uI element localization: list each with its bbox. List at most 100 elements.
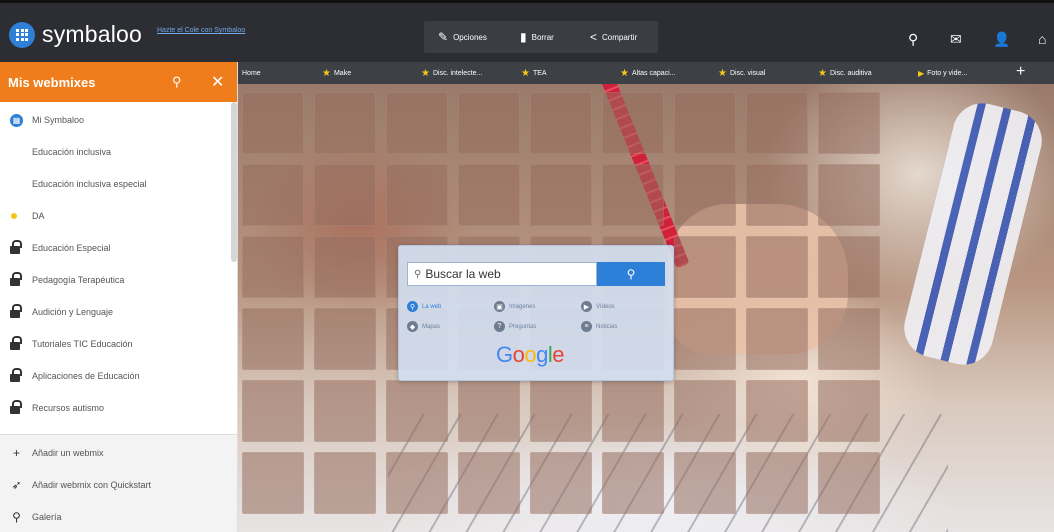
empty-tile[interactable] — [530, 164, 592, 226]
empty-tile[interactable] — [386, 92, 448, 154]
empty-tile[interactable] — [458, 164, 520, 226]
empty-tile[interactable] — [818, 164, 880, 226]
empty-tile[interactable] — [674, 92, 736, 154]
search-icon[interactable]: ⚲ — [172, 74, 182, 90]
tab-label: Disc. visual — [729, 69, 766, 77]
sidebar-item-tutoriales-tic[interactable]: Tutoriales TIC Educación — [0, 328, 230, 360]
sidebar-item-educacion-inclusiva-especial[interactable]: Educación inclusiva especial — [0, 168, 230, 200]
option-web[interactable]: ⚲ La web — [407, 301, 441, 312]
empty-tile[interactable] — [818, 452, 880, 514]
sidebar-item-educacion-inclusiva[interactable]: Educación inclusiva — [0, 136, 230, 168]
empty-tile[interactable] — [314, 380, 376, 442]
sidebar-item-aplicaciones-educacion[interactable]: Aplicaciones de Educación — [0, 360, 230, 392]
option-news[interactable]: ≡ Noticias — [581, 321, 617, 332]
add-quickstart-button[interactable]: ➶ Añadir webmix con Quickstart — [0, 469, 230, 501]
sidebar-item-label: Aplicaciones de Educación — [32, 371, 140, 381]
options-label: Opciones — [453, 32, 487, 42]
option-images[interactable]: ▣ Imágenes — [494, 301, 535, 312]
empty-tile[interactable] — [530, 452, 592, 514]
empty-tile[interactable] — [242, 380, 304, 442]
google-letter: e — [552, 342, 565, 367]
close-icon[interactable]: ✕ — [211, 72, 224, 92]
empty-tile[interactable] — [386, 452, 448, 514]
action-label: Añadir webmix con Quickstart — [32, 480, 152, 490]
teacher-link[interactable]: Hazte el Cole con Symbaloo — [157, 27, 245, 34]
empty-tile[interactable] — [458, 380, 520, 442]
sidebar-item-label: DA — [32, 211, 45, 221]
share-button[interactable]: < Compartir — [582, 22, 646, 52]
empty-tile[interactable] — [530, 380, 592, 442]
empty-tile[interactable] — [242, 164, 304, 226]
empty-tile[interactable] — [818, 92, 880, 154]
option-videos[interactable]: ▶ Vídeos — [581, 301, 615, 312]
empty-tile[interactable] — [674, 164, 736, 226]
empty-tile[interactable] — [602, 452, 664, 514]
sidebar-item-recursos-autismo[interactable]: Recursos autismo — [0, 392, 230, 424]
option-questions[interactable]: ? Preguntas — [494, 321, 536, 332]
sidebar-item-pedagogia-terapeutica[interactable]: Pedagogía Terapéutica — [0, 264, 230, 296]
empty-tile[interactable] — [674, 452, 736, 514]
empty-tile[interactable] — [530, 92, 592, 154]
sidebar-item-audicion-lenguaje[interactable]: Audición y Lenguaje — [0, 296, 230, 328]
empty-tile[interactable] — [314, 452, 376, 514]
empty-tile[interactable] — [602, 164, 664, 226]
lock-icon — [10, 367, 22, 382]
empty-tile[interactable] — [602, 380, 664, 442]
search-icon[interactable]: ⚲ — [908, 31, 918, 48]
sidebar-item-da[interactable]: DA — [0, 200, 230, 232]
tab-altas-capacidades[interactable]: ★ Altas capaci... — [620, 65, 704, 81]
empty-tile[interactable] — [674, 308, 736, 370]
search-input[interactable]: ⚲ Buscar la web — [407, 262, 597, 286]
sidebar-item-mi-symbaloo[interactable]: ▦ Mi Symbaloo — [0, 104, 230, 136]
option-maps[interactable]: ◆ Mapas — [407, 321, 440, 332]
symbaloo-logo[interactable]: symbaloo — [9, 21, 142, 48]
empty-tile[interactable] — [746, 380, 808, 442]
tab-disc-auditiva[interactable]: ★ Disc. auditiva — [818, 65, 902, 81]
empty-tile[interactable] — [746, 164, 808, 226]
option-label: Noticias — [596, 323, 618, 330]
tab-foto-video[interactable]: ▶ Foto y vide... — [918, 65, 1002, 81]
empty-tile[interactable] — [242, 236, 304, 298]
lock-icon — [10, 239, 22, 254]
add-tab-icon[interactable]: + — [1016, 63, 1025, 81]
empty-tile[interactable] — [386, 380, 448, 442]
empty-tile[interactable] — [818, 380, 880, 442]
empty-tile[interactable] — [602, 92, 664, 154]
search-button[interactable]: ⚲ — [597, 262, 665, 286]
empty-tile[interactable] — [818, 236, 880, 298]
tab-home[interactable]: Home — [242, 65, 272, 81]
delete-button[interactable]: ▮ Borrar — [512, 22, 562, 52]
empty-tile[interactable] — [386, 164, 448, 226]
empty-tile[interactable] — [242, 308, 304, 370]
empty-tile[interactable] — [458, 92, 520, 154]
add-webmix-button[interactable]: + Añadir un webmix — [0, 437, 230, 469]
sidebar-item-educacion-especial[interactable]: Educación Especial — [0, 232, 230, 264]
tab-disc-intelectual[interactable]: ★ Disc. intelecte... — [421, 65, 505, 81]
user-icon[interactable]: 👤 — [993, 31, 1010, 48]
empty-tile[interactable] — [746, 452, 808, 514]
empty-tile[interactable] — [242, 92, 304, 154]
empty-tile[interactable] — [458, 452, 520, 514]
empty-tile[interactable] — [314, 92, 376, 154]
google-letter: G — [496, 342, 513, 367]
tab-make[interactable]: ★ Make — [322, 65, 382, 81]
star-icon: ★ — [421, 67, 430, 79]
empty-tile[interactable] — [746, 236, 808, 298]
tab-disc-visual[interactable]: ★ Disc. visual — [718, 65, 802, 81]
empty-tile[interactable] — [314, 308, 376, 370]
mail-icon[interactable]: ✉ — [950, 31, 962, 48]
empty-tile[interactable] — [314, 236, 376, 298]
symbaloo-logo-icon — [9, 21, 35, 48]
tab-label: TEA — [532, 69, 547, 77]
empty-tile[interactable] — [746, 92, 808, 154]
home-icon[interactable]: ⌂ — [1038, 31, 1046, 47]
empty-tile[interactable] — [674, 380, 736, 442]
tab-tea[interactable]: ★ TEA — [521, 65, 581, 81]
empty-tile[interactable] — [818, 308, 880, 370]
empty-tile[interactable] — [242, 452, 304, 514]
gallery-button[interactable]: ⚲ Galería — [0, 501, 230, 532]
empty-tile[interactable] — [674, 236, 736, 298]
empty-tile[interactable] — [746, 308, 808, 370]
empty-tile[interactable] — [314, 164, 376, 226]
options-button[interactable]: ✎ Opciones — [430, 22, 495, 52]
